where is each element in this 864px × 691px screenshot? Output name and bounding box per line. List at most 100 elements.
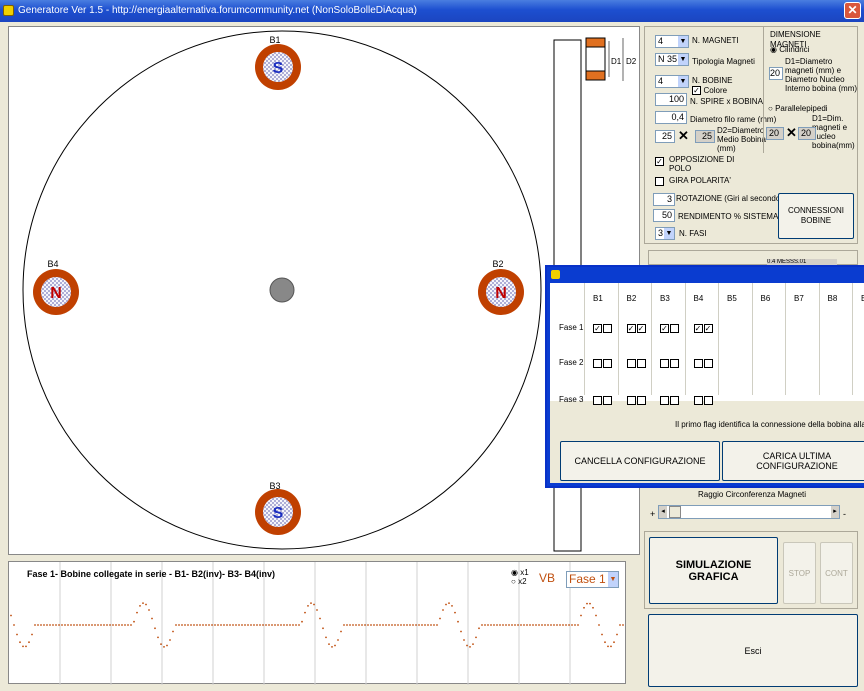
connessioni-button[interactable]: CONNESSIONI BOBINE [778,193,854,239]
connection-checkbox[interactable] [626,359,636,368]
chevron-down-icon[interactable]: ▼ [608,572,618,587]
paral-input-2[interactable]: 20 [798,127,816,140]
connection-checkbox[interactable]: ✓ [626,324,636,333]
shaft [269,277,295,303]
waveform-dot [622,624,624,626]
slider-left-arrow[interactable]: ◂ [659,506,667,518]
connection-checkbox[interactable] [593,396,602,405]
waveform-dot [124,624,126,626]
connection-checkbox[interactable] [636,359,646,368]
close-button[interactable]: ✕ [844,2,861,19]
cilindrici-radio[interactable]: ◉ Cilindrici [770,45,809,55]
esci-button[interactable]: Esci [648,614,858,687]
gira-checkbox[interactable] [655,176,664,187]
connection-checkbox[interactable] [660,396,669,405]
magnet-b1: S B1 [255,35,301,90]
multiply-icon: ✕ [678,128,689,143]
n-bobine-select[interactable]: 4 ▼ [655,75,689,88]
chevron-down-icon[interactable]: ▼ [678,76,688,87]
connection-checkbox[interactable] [693,359,703,368]
waveform-dot [190,624,192,626]
connection-checkbox[interactable] [636,396,646,405]
waveform-dot [148,609,150,611]
carica-button[interactable]: CARICA ULTIMA CONFIGURAZIONE [722,441,864,481]
waveform-dot [346,624,348,626]
waveform-dot [295,624,297,626]
spire-input[interactable]: 100 [655,93,687,106]
diametro-filo-input[interactable]: 0,4 [655,111,687,124]
waveform-dot [214,624,216,626]
connection-checkbox[interactable] [626,396,636,405]
connection-checkbox[interactable] [593,359,602,368]
connection-checkbox[interactable] [670,396,679,405]
connection-checkbox[interactable]: ✓ [693,324,703,333]
slider-thumb[interactable] [669,506,681,518]
connection-checkbox[interactable] [670,359,679,368]
tipologia-select[interactable]: N 35 ▼ [655,53,689,66]
scale-radio-group[interactable]: ◉ x1 ○ x2 [511,568,529,586]
fasi-select[interactable]: 3 ▼ [655,227,675,240]
colore-checkbox[interactable]: ✓ Colore [692,85,727,96]
waveform-dot [490,624,492,626]
waveform-dot [454,611,456,614]
magnet-b3-pole: S [273,505,284,522]
connection-checkbox[interactable]: ✓ [703,324,713,333]
waveform-dot [553,624,555,626]
waveform-dot [127,624,129,626]
fase-select[interactable]: Fase 1 ▼ [566,571,619,588]
simulation-panel: SIMULAZIONE GRAFICA STOP CONT [644,531,858,609]
radio-x2[interactable]: ○ x2 [511,577,529,586]
chevron-down-icon[interactable]: ▼ [664,228,674,239]
connection-checkbox[interactable] [603,324,612,333]
waveform-dot [151,617,153,620]
waveform-dot [259,624,261,626]
opposizione-checkbox[interactable]: ✓ [655,156,664,167]
slider-right-arrow[interactable]: ▸ [831,506,839,518]
rotazione-input[interactable]: 3 [653,193,675,206]
rendimento-input[interactable]: 50 [653,209,675,222]
column-header-b2: B2 [626,294,637,303]
chevron-down-icon[interactable]: ▼ [678,54,688,65]
waveform-dot [430,624,432,626]
cancella-button[interactable]: CANCELLA CONFIGURAZIONE [560,441,720,481]
waveform-dot [556,624,558,626]
connection-checkbox[interactable] [693,396,703,405]
waveform-dot [487,624,489,626]
waveform-panel: Fase 1- Bobine collegate in serie - B1- … [8,561,626,685]
connection-checkbox[interactable]: ✓ [636,324,646,333]
waveform-dot [88,624,90,626]
connection-checkbox[interactable] [670,324,679,333]
waveform-dot [70,624,72,626]
waveform-dot [481,624,483,626]
column-header-b3: B3 [660,294,670,303]
connection-checkbox[interactable] [660,359,669,368]
waveform-dot [526,624,528,626]
waveform-dot [463,639,465,641]
chevron-down-icon[interactable]: ▼ [678,36,688,47]
paral-input-1[interactable]: 20 [766,127,784,140]
connection-checkbox[interactable] [703,359,713,368]
radio-x1[interactable]: ◉ x1 [511,568,529,577]
connection-checkbox[interactable]: ✓ [660,324,669,333]
column-header-b1: B1 [593,294,603,303]
connection-checkbox[interactable] [603,396,612,405]
stop-button[interactable]: STOP [783,542,816,604]
waveform-dot [514,624,516,626]
n-magneti-select[interactable]: 4 ▼ [655,35,689,48]
connection-checkbox[interactable] [603,359,612,368]
column-header-b8: B8 [827,294,838,303]
d1-input[interactable]: 25 [655,130,675,143]
waveform-dot [532,624,534,626]
cilindrici-input[interactable]: 20 [769,67,783,80]
waveform-dot [394,624,396,626]
simulazione-button[interactable]: SIMULAZIONE GRAFICA [649,537,778,604]
d1-label: D1 [611,57,622,66]
raggio-slider[interactable]: ◂ ▸ [658,505,840,519]
waveform-dot [400,624,402,626]
connection-checkbox[interactable]: ✓ [593,324,602,333]
cont-button[interactable]: CONT [820,542,853,604]
connection-checkbox[interactable] [703,396,713,405]
parallelepipedi-radio[interactable]: ○ Parallelepipedi [768,104,828,114]
gira-label: GIRA POLARITA' [669,176,731,185]
waveform-dot [268,624,270,626]
